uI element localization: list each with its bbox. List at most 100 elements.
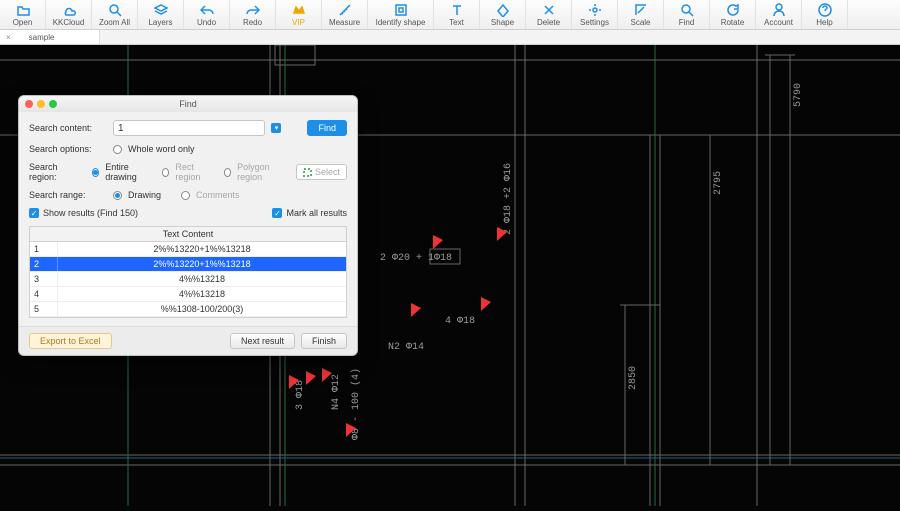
dialog-titlebar[interactable]: Find	[19, 96, 357, 112]
search-region-label: Search region:	[29, 162, 86, 182]
tool-text[interactable]: Text	[434, 0, 480, 29]
tool-label: Shape	[491, 18, 514, 27]
tool-help[interactable]: Help	[802, 0, 848, 29]
tool-layers[interactable]: Layers	[138, 0, 184, 29]
range-drawing-radio[interactable]	[113, 191, 122, 200]
tool-find[interactable]: Find	[664, 0, 710, 29]
next-result-button[interactable]: Next result	[230, 333, 295, 349]
account-icon	[772, 3, 786, 17]
redo-icon	[246, 3, 260, 17]
range-comments-label: Comments	[196, 190, 240, 200]
find-icon	[680, 3, 694, 17]
export-excel-button[interactable]: Export to Excel	[29, 333, 112, 349]
range-comments-radio[interactable]	[181, 191, 190, 200]
cad-dimension: 5790	[793, 83, 804, 107]
scale-icon	[634, 3, 648, 17]
table-row[interactable]: 44%%13218	[30, 287, 346, 302]
tab-title: sample	[29, 33, 55, 42]
table-row[interactable]: 22%%13220+1%%13218	[30, 257, 346, 272]
whole-word-label: Whole word only	[128, 144, 195, 154]
settings-icon	[588, 3, 602, 17]
tool-label: VIP	[292, 18, 305, 27]
search-content-label: Search content:	[29, 123, 107, 133]
cad-label: 2 Φ18 +2 Φ16	[503, 163, 514, 235]
polygon-region-radio[interactable]	[224, 168, 231, 177]
tool-label: Find	[679, 18, 695, 27]
show-results-checkbox[interactable]: ✓	[29, 208, 39, 218]
row-text: %%1308-100/200(3)	[58, 302, 346, 316]
mark-all-label: Mark all results	[286, 208, 347, 218]
tool-zoom-all[interactable]: Zoom All	[92, 0, 138, 29]
tool-rotate[interactable]: Rotate	[710, 0, 756, 29]
table-row[interactable]: 5%%1308-100/200(3)	[30, 302, 346, 317]
tool-label: Measure	[329, 18, 360, 27]
dialog-title: Find	[19, 99, 357, 109]
tab-strip: × sample	[0, 30, 900, 45]
undo-icon	[200, 3, 214, 17]
mark-all-checkbox[interactable]: ✓	[272, 208, 282, 218]
tool-label: Scale	[630, 18, 650, 27]
cad-label: N4 Φ12	[331, 374, 342, 410]
close-icon[interactable]	[25, 100, 33, 108]
whole-word-radio[interactable]	[113, 145, 122, 154]
tool-delete[interactable]: Delete	[526, 0, 572, 29]
rect-region-radio[interactable]	[162, 168, 169, 177]
tool-vip[interactable]: VIP	[276, 0, 322, 29]
table-row[interactable]: 34%%13218	[30, 272, 346, 287]
find-button[interactable]: Find	[307, 120, 347, 136]
shape-icon	[496, 3, 510, 17]
search-content-input[interactable]	[113, 120, 265, 136]
cad-dimension: 2850	[628, 366, 639, 390]
select-region-button[interactable]: Select	[296, 164, 347, 180]
cad-label: 3 Φ18	[295, 380, 306, 410]
layers-icon	[154, 3, 168, 17]
tool-measure[interactable]: Measure	[322, 0, 368, 29]
help-icon	[818, 3, 832, 17]
tool-label: Delete	[537, 18, 560, 27]
main-toolbar: Open KKCloudZoom All Layers Undo Redo VIP Meas…	[0, 0, 900, 30]
tool-label: Redo	[243, 18, 262, 27]
cad-dimension: 2795	[713, 171, 724, 195]
tool-shape[interactable]: Shape	[480, 0, 526, 29]
table-row[interactable]: 12%%13220+1%%13218	[30, 242, 346, 257]
tool-label: Open	[13, 18, 33, 27]
rotate-icon	[726, 3, 740, 17]
cad-label: 2 Φ20 + 1Φ18	[380, 253, 452, 264]
entire-drawing-radio[interactable]	[92, 168, 99, 177]
row-text: 4%%13218	[58, 272, 346, 286]
measure-icon	[338, 3, 352, 17]
tool-open[interactable]: Open	[0, 0, 46, 29]
vip-icon	[292, 3, 306, 17]
identify-shape-icon	[394, 3, 408, 17]
search-options-label: Search options:	[29, 144, 107, 154]
window-controls	[19, 100, 57, 108]
minimize-icon[interactable]	[37, 100, 45, 108]
tool-label: Identify shape	[376, 18, 426, 27]
tool-undo[interactable]: Undo	[184, 0, 230, 29]
open-icon	[16, 3, 30, 17]
zoom-icon[interactable]	[49, 100, 57, 108]
text-icon	[450, 3, 464, 17]
rect-region-label: Rect region	[175, 162, 209, 182]
range-drawing-label: Drawing	[128, 190, 161, 200]
entire-drawing-label: Entire drawing	[105, 162, 147, 182]
tool-account[interactable]: Account	[756, 0, 802, 29]
zoom-all-icon	[108, 3, 122, 17]
row-text: 2%%13220+1%%13218	[58, 257, 346, 271]
tab-close-icon[interactable]: ×	[6, 33, 11, 42]
tool-label: Help	[816, 18, 832, 27]
row-number: 5	[30, 302, 58, 316]
tool-scale[interactable]: Scale	[618, 0, 664, 29]
tool-kkcloud[interactable]: KKCloud	[46, 0, 92, 29]
row-number: 2	[30, 257, 58, 271]
cad-label: N2 Φ14	[388, 342, 424, 353]
tool-redo[interactable]: Redo	[230, 0, 276, 29]
tool-settings[interactable]: Settings	[572, 0, 618, 29]
dropdown-icon[interactable]: ▾	[271, 123, 281, 133]
row-number: 4	[30, 287, 58, 301]
finish-button[interactable]: Finish	[301, 333, 347, 349]
tool-identify-shape[interactable]: Identify shape	[368, 0, 434, 29]
tool-label: Layers	[148, 18, 172, 27]
document-tab[interactable]: × sample	[0, 30, 100, 44]
tool-label: Text	[449, 18, 464, 27]
